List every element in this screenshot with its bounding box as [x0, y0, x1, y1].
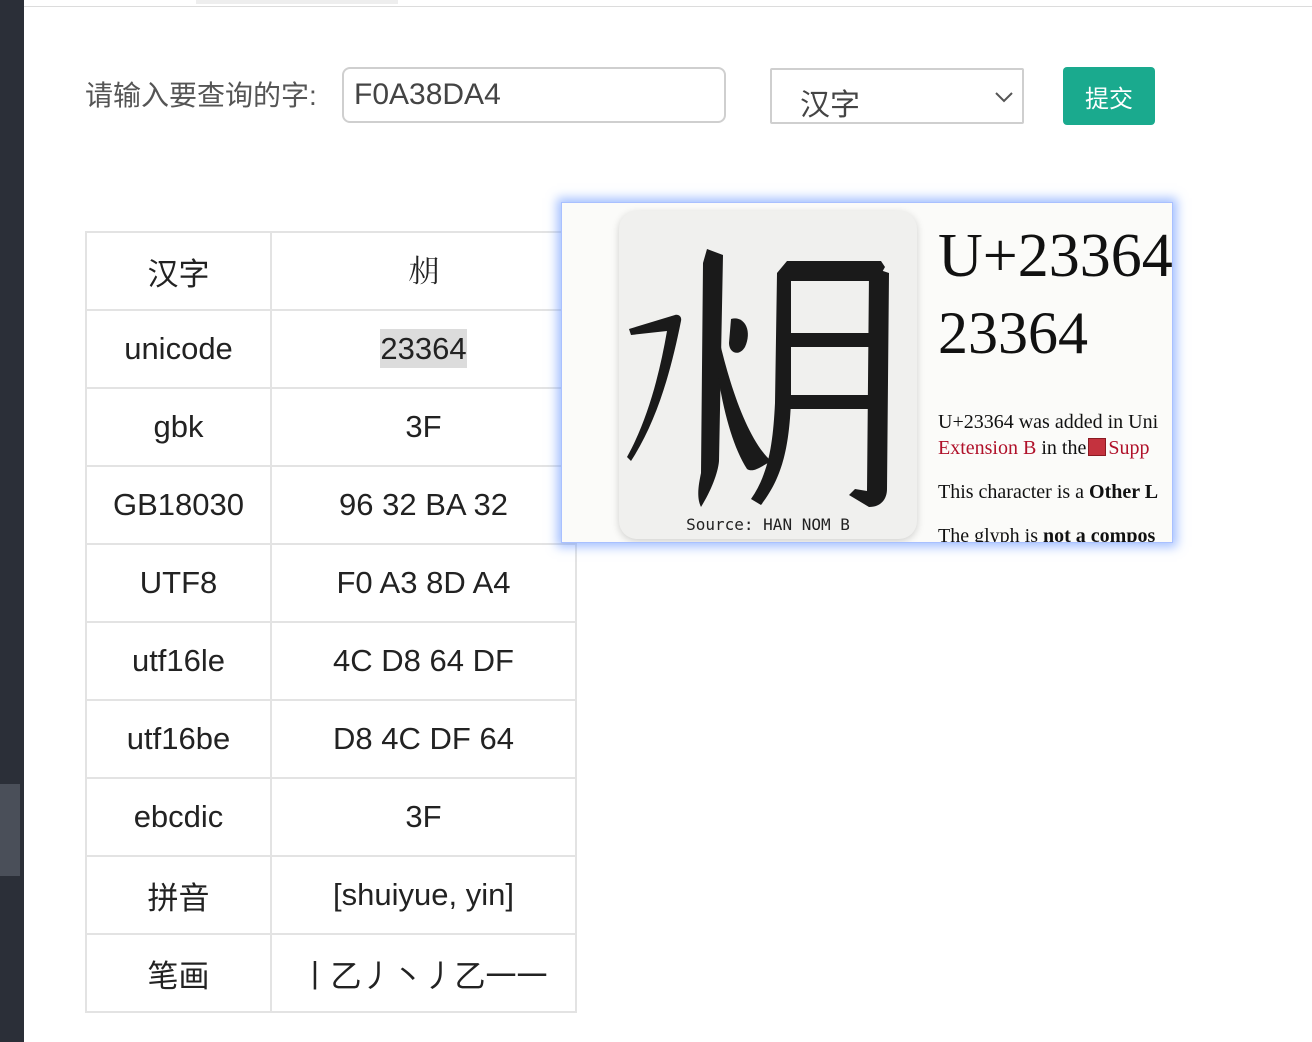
table-row: utf16le 4C D8 64 DF [85, 621, 577, 701]
row-value: 3F [270, 777, 577, 857]
row-key: 拼音 [85, 855, 272, 935]
glyph-image [627, 249, 889, 507]
row-value: [shuiyue, yin] [270, 855, 577, 935]
popup-text-line-1: U+23364 was added in Uni [938, 411, 1159, 433]
chevron-down-icon [995, 92, 1013, 103]
row-key: utf16le [85, 621, 272, 701]
row-value: 3F [270, 387, 577, 467]
encoding-table: 汉字 𣍤 unicode 23364 gbk 3F GB18030 96 32 … [85, 231, 577, 1013]
row-key: GB18030 [85, 465, 272, 545]
query-input[interactable] [342, 67, 726, 123]
popup-text-line-2: Extension B in the Supp [938, 437, 1149, 460]
glyph-source-label: Source: HAN NOM B [686, 515, 850, 534]
left-sidebar-rail [0, 0, 24, 1042]
popup-text-line-3: This character is a Other L [938, 481, 1158, 504]
row-key: gbk [85, 387, 272, 467]
row-value: 𣍤 [270, 231, 577, 311]
table-row: 汉字 𣍤 [85, 231, 577, 311]
codepoint-decimal: 23364 [938, 300, 1088, 366]
row-key: UTF8 [85, 543, 272, 623]
supplementary-plane-icon [1088, 438, 1107, 456]
row-value: 96 32 BA 32 [270, 465, 577, 545]
table-row: 笔画 丨乙丿丶丿乙一一 [85, 933, 577, 1013]
table-row: 拼音 [shuiyue, yin] [85, 855, 577, 935]
popup-text-line-4: The glyph is not a compos [938, 525, 1156, 543]
type-select[interactable]: 汉字 [770, 68, 1024, 124]
tab-inactive[interactable] [84, 0, 196, 4]
popup-text-prefix: This character is a [938, 481, 1085, 503]
supplementary-plane-link[interactable]: Supp [1108, 437, 1149, 459]
type-select-value: 汉字 [800, 89, 860, 122]
popup-text-prefix: The glyph is [938, 525, 1038, 543]
table-row: gbk 3F [85, 387, 577, 467]
row-value: F0 A3 8D A4 [270, 543, 577, 623]
table-row: unicode 23364 [85, 309, 577, 389]
glyph-card: Source: HAN NOM B [619, 211, 917, 539]
row-key: 汉字 [85, 231, 272, 311]
unicode-value-highlighted[interactable]: 23364 [380, 329, 467, 368]
tab-active[interactable] [196, 0, 398, 4]
sidebar-scroll-handle[interactable] [0, 784, 20, 876]
extension-b-link[interactable]: Extension B [938, 437, 1036, 459]
row-value-cell: 23364 [270, 309, 577, 389]
row-key: utf16be [85, 699, 272, 779]
table-row: UTF8 F0 A3 8D A4 [85, 543, 577, 623]
row-key: 笔画 [85, 933, 272, 1013]
row-value: 4C D8 64 DF [270, 621, 577, 701]
popup-text-in-the: in the [1041, 437, 1087, 459]
submit-button[interactable]: 提交 [1063, 67, 1155, 125]
character-preview-popup[interactable]: Source: HAN NOM B U+23364 23364 U+23364 … [561, 202, 1173, 543]
top-tab-bar [24, 0, 1312, 7]
row-value: 丨乙丿丶丿乙一一 [270, 933, 577, 1013]
table-row: ebcdic 3F [85, 777, 577, 857]
table-row: utf16be D8 4C DF 64 [85, 699, 577, 779]
query-label: 请输入要查询的字: [85, 80, 317, 111]
table-row: GB18030 96 32 BA 32 [85, 465, 577, 545]
popup-text-bold: not a compos [1043, 525, 1156, 543]
popup-text-bold: Other L [1089, 481, 1159, 503]
row-key: unicode [85, 309, 272, 389]
row-value: D8 4C DF 64 [270, 699, 577, 779]
row-key: ebcdic [85, 777, 272, 857]
codepoint-title: U+23364 [938, 222, 1173, 290]
